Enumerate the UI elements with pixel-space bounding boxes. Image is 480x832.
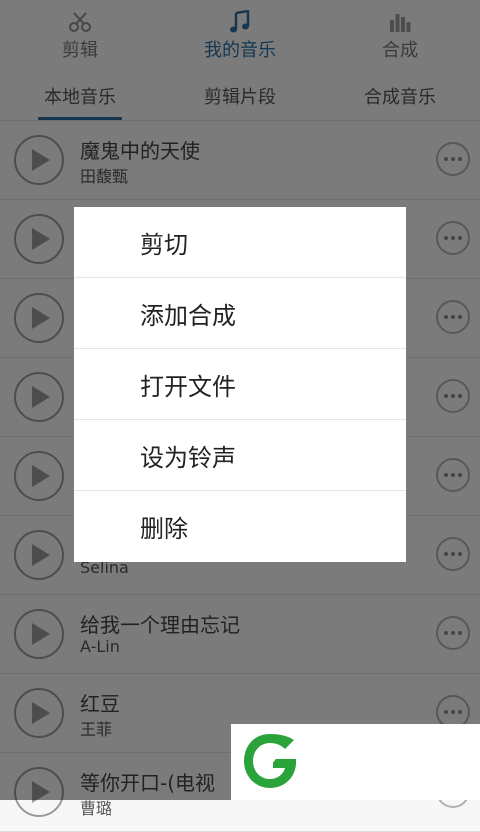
menu-item-add-to-compose[interactable]: 添加合成 bbox=[74, 278, 406, 349]
menu-item-open-file[interactable]: 打开文件 bbox=[74, 349, 406, 420]
leaf-logo-icon bbox=[244, 734, 296, 788]
watermark-badge bbox=[231, 724, 480, 800]
context-menu: 剪切 添加合成 打开文件 设为铃声 删除 bbox=[74, 207, 406, 562]
music-app: 剪辑 我的音乐 合成 bbox=[0, 0, 480, 832]
menu-item-delete[interactable]: 删除 bbox=[74, 491, 406, 562]
menu-item-set-ringtone[interactable]: 设为铃声 bbox=[74, 420, 406, 491]
menu-item-cut[interactable]: 剪切 bbox=[74, 207, 406, 278]
